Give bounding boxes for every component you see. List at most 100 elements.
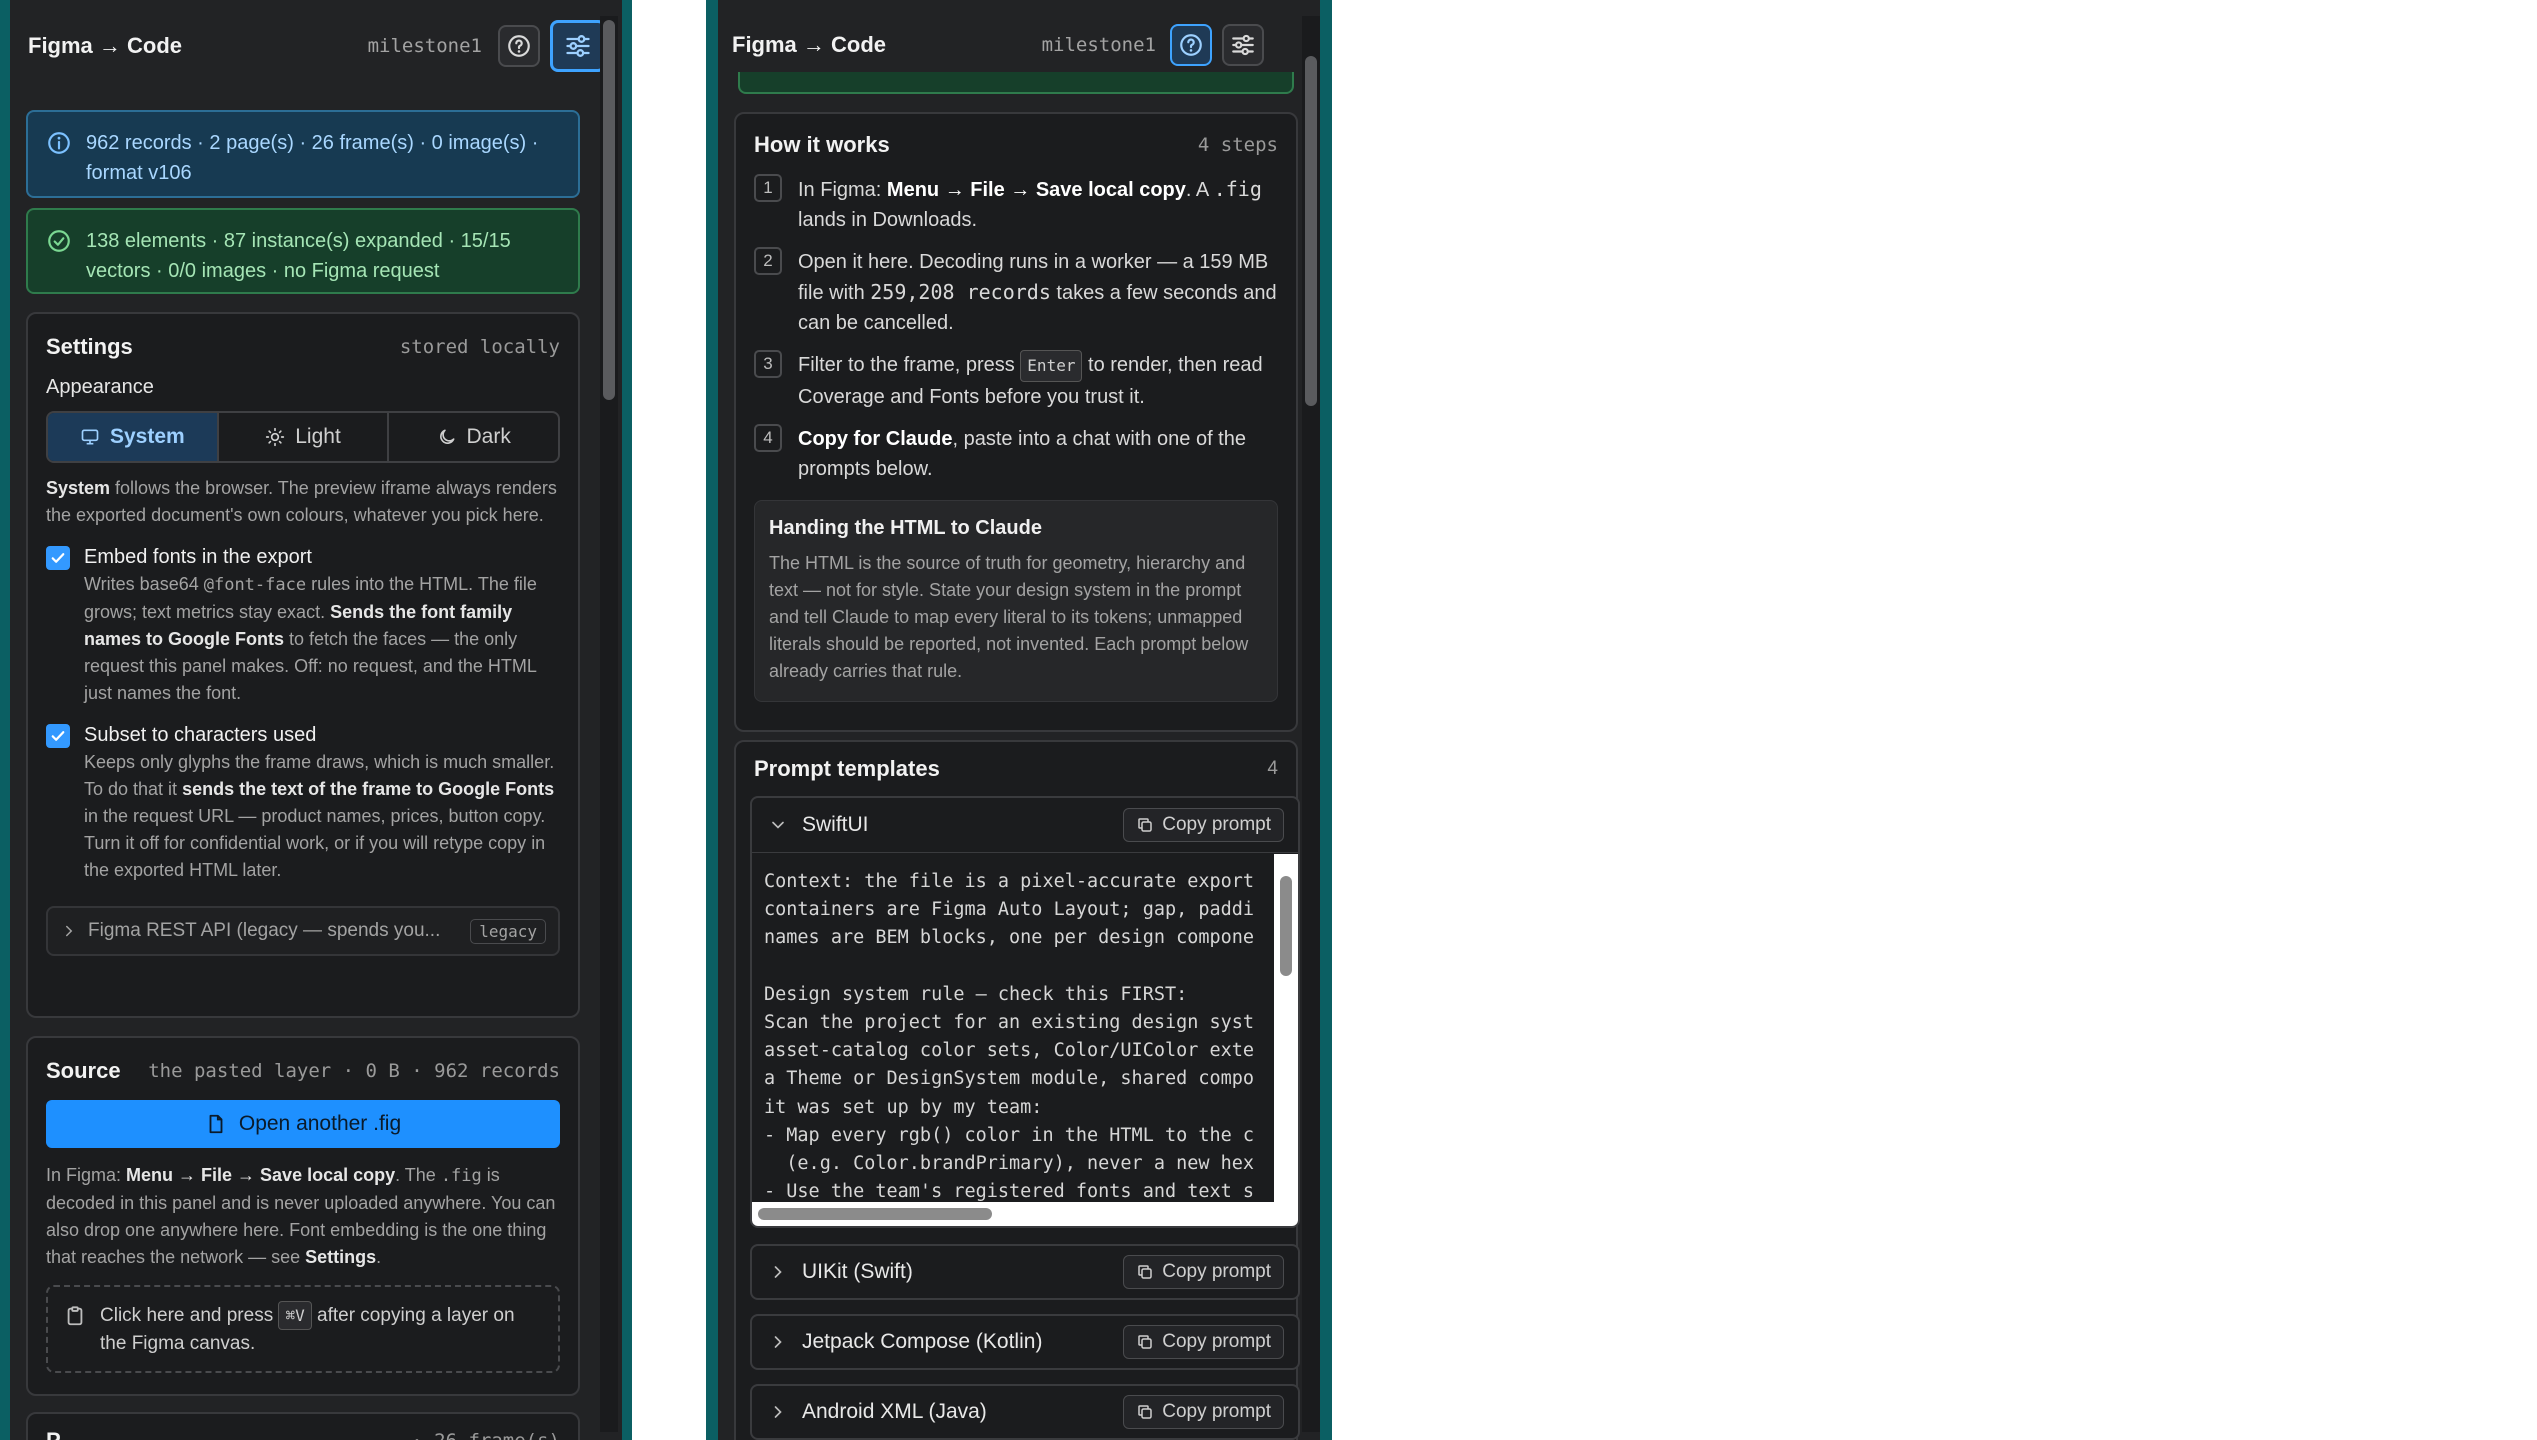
settings-button[interactable] xyxy=(550,20,606,72)
checkmark-icon xyxy=(51,731,65,741)
templates-count: 4 xyxy=(1267,758,1278,779)
settings-meta: stored locally xyxy=(399,336,560,358)
paste-instructions: Click here and press ⌘V after copying a … xyxy=(100,1301,542,1357)
appearance-option-light[interactable]: Light xyxy=(219,413,390,461)
how-title: How it works xyxy=(754,132,890,157)
chevron-down-icon[interactable] xyxy=(768,815,788,835)
chevron-right-icon xyxy=(66,925,73,937)
step-number: 4 xyxy=(754,424,782,452)
prompt-horizontal-thumb[interactable] xyxy=(758,1208,992,1220)
template-name: UIKit (Swift) xyxy=(802,1260,913,1283)
checkmark-icon xyxy=(51,553,65,563)
embed-fonts-option: Embed fonts in the export Writes base64 … xyxy=(46,543,560,707)
clipboard-icon xyxy=(67,1306,83,1326)
project-name: milestone1 xyxy=(1041,34,1156,56)
file-info-banner: 962 records · 2 page(s) · 26 frame(s) · … xyxy=(26,110,580,198)
file-info-text: 962 records · 2 page(s) · 26 frame(s) · … xyxy=(86,132,539,184)
appearance-option-label: Dark xyxy=(466,425,511,448)
settings-button[interactable] xyxy=(1222,24,1264,66)
sliders-icon xyxy=(1232,34,1254,56)
prompt-vertical-scrollbar[interactable] xyxy=(1274,854,1298,1226)
left-scrollbar-thumb[interactable] xyxy=(603,20,615,400)
prompt-textarea[interactable]: Context: the file is a pixel-accurate ex… xyxy=(752,854,1254,1204)
copy-prompt-button[interactable]: Copy prompt xyxy=(1123,1325,1284,1359)
source-description: In Figma: Menu → File → Save local copy.… xyxy=(46,1165,556,1267)
copy-prompt-label: Copy prompt xyxy=(1162,1331,1271,1352)
moon-icon xyxy=(439,429,454,444)
copy-icon xyxy=(1138,818,1152,832)
step-1: 1 In Figma: Menu → File → Save local cop… xyxy=(754,174,1278,235)
rest-api-disclosure[interactable]: Figma REST API (legacy — spends you... l… xyxy=(46,906,560,956)
project-name: milestone1 xyxy=(367,35,482,57)
sun-icon xyxy=(266,427,285,447)
export-status-banner: 138 elements · 87 instance(s) expanded ·… xyxy=(26,208,580,294)
chevron-right-icon xyxy=(774,1406,782,1418)
appearance-label: Appearance xyxy=(46,376,154,398)
copy-prompt-button[interactable]: Copy prompt xyxy=(1123,1395,1284,1429)
handoff-note: Handing the HTML to Claude The HTML is t… xyxy=(754,500,1278,702)
help-button[interactable] xyxy=(498,25,540,67)
file-icon xyxy=(209,1114,223,1134)
copy-prompt-button[interactable]: Copy prompt xyxy=(1123,808,1284,842)
subset-checkbox[interactable] xyxy=(46,724,70,748)
how-it-works-card: How it works 4 steps 1 In Figma: Menu → … xyxy=(734,112,1298,732)
right-scrollbar[interactable] xyxy=(1302,16,1320,1432)
prompt-vertical-thumb[interactable] xyxy=(1280,876,1292,976)
subset-label: Subset to characters used xyxy=(84,724,317,746)
app-title: Figma → Code xyxy=(28,33,183,58)
chevron-right-icon xyxy=(774,1266,782,1278)
template-swiftui: SwiftUI Copy prompt Context: the file is… xyxy=(750,796,1300,1228)
appearance-option-label: Light xyxy=(295,425,341,448)
appearance-description: System follows the browser. The preview … xyxy=(46,478,557,525)
help-button[interactable] xyxy=(1170,24,1212,66)
copy-prompt-button[interactable]: Copy prompt xyxy=(1123,1255,1284,1289)
settings-title: Settings xyxy=(46,334,133,359)
step-number: 3 xyxy=(754,350,782,378)
embed-fonts-description: Writes base64 @font-face rules into the … xyxy=(84,574,537,703)
copy-icon xyxy=(1138,1335,1152,1349)
info-icon xyxy=(48,132,70,154)
export-status-text: 138 elements · 87 instance(s) expanded ·… xyxy=(86,230,511,282)
right-scrollbar-thumb[interactable] xyxy=(1305,56,1317,406)
monitor-icon xyxy=(81,429,99,445)
embed-fonts-label: Embed fonts in the export xyxy=(84,546,312,568)
header: Figma → Code milestone1 xyxy=(10,0,622,92)
template-name[interactable]: SwiftUI xyxy=(802,813,869,837)
help-icon xyxy=(508,35,530,57)
copy-prompt-label: Copy prompt xyxy=(1162,814,1271,835)
app-title: Figma → Code xyxy=(732,32,887,57)
appearance-option-system[interactable]: System xyxy=(48,413,219,461)
left-panel: Figma → Code milestone1 962 records · 2 … xyxy=(0,0,632,1440)
appearance-option-label: System xyxy=(109,425,185,448)
source-title: Source xyxy=(46,1058,121,1083)
check-circle-icon xyxy=(48,230,70,252)
template-uikit[interactable]: UIKit (Swift) Copy prompt xyxy=(750,1244,1300,1300)
sliders-icon xyxy=(566,35,590,57)
prompt-text: Context: the file is a pixel-accurate ex… xyxy=(764,871,1254,1203)
right-panel: Figma → Code milestone1 How it works 4 s… xyxy=(706,0,1332,1440)
left-scrollbar[interactable] xyxy=(600,16,618,1432)
status-banner-remnant xyxy=(738,72,1294,94)
copy-icon xyxy=(1138,1405,1152,1419)
paste-dropzone[interactable]: Click here and press ⌘V after copying a … xyxy=(46,1285,560,1373)
embed-fonts-checkbox[interactable] xyxy=(46,546,70,570)
step-2: 2 Open it here. Decoding runs in a worke… xyxy=(754,247,1278,338)
open-fig-button[interactable]: Open another .fig xyxy=(46,1100,560,1148)
next-card: P · 26 frame(s) xyxy=(26,1412,580,1440)
next-card-title: P xyxy=(46,1428,61,1440)
subset-description: Keeps only glyphs the frame draws, which… xyxy=(84,752,555,880)
next-card-meta: · 26 frame(s) xyxy=(411,1430,560,1440)
step-3: 3 Filter to the frame, press Enter to re… xyxy=(754,350,1278,412)
prompt-horizontal-scrollbar[interactable] xyxy=(752,1202,1274,1226)
chevron-right-icon xyxy=(774,1336,782,1348)
source-meta: the pasted layer · 0 B · 962 records xyxy=(148,1060,560,1082)
appearance-option-dark[interactable]: Dark xyxy=(389,413,558,461)
templates-title: Prompt templates xyxy=(754,756,940,781)
source-card: Source the pasted layer · 0 B · 962 reco… xyxy=(26,1036,580,1396)
template-name: Jetpack Compose (Kotlin) xyxy=(802,1330,1043,1353)
template-android-xml[interactable]: Android XML (Java) Copy prompt xyxy=(750,1384,1300,1440)
template-jetpack-compose[interactable]: Jetpack Compose (Kotlin) Copy prompt xyxy=(750,1314,1300,1370)
handoff-title: Handing the HTML to Claude xyxy=(769,517,1042,539)
step-number: 1 xyxy=(754,174,782,202)
open-fig-label: Open another .fig xyxy=(238,1112,402,1135)
